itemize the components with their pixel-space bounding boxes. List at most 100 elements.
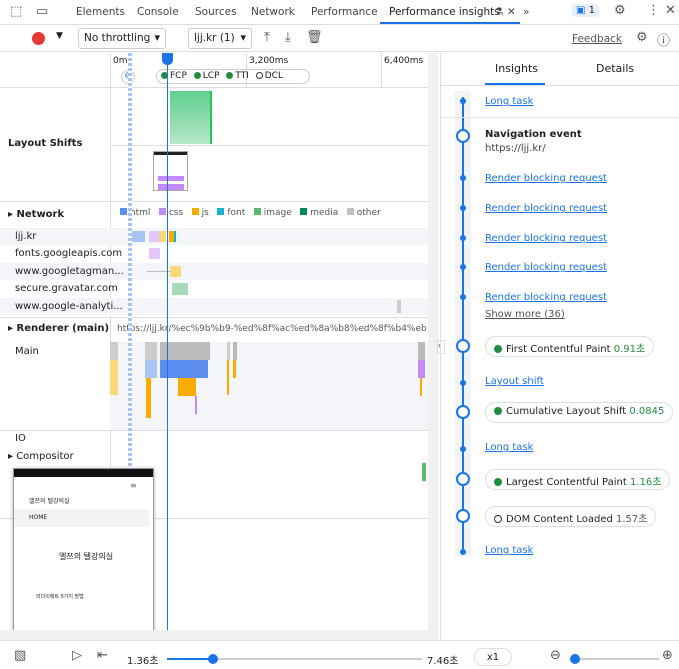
network-row-label: www.googletagman... xyxy=(15,266,124,277)
tab-elements[interactable]: Elements xyxy=(76,6,125,18)
navigation-url: https://ljj.kr/ xyxy=(485,143,546,154)
cls-pill[interactable]: Cumulative Layout Shift 0.0845 xyxy=(485,402,674,423)
current-time: 1.36초 xyxy=(127,656,159,667)
render-blocking-link[interactable]: Render blocking request xyxy=(485,203,607,214)
renderer-label: Renderer (main) xyxy=(16,323,110,334)
close-devtools-icon[interactable]: ✕ xyxy=(665,3,676,18)
network-track-toggle[interactable]: ▸ Network xyxy=(8,209,64,220)
compositor-toggle[interactable]: ▸ Compositor xyxy=(8,451,74,462)
network-row[interactable]: www.googletagman... xyxy=(0,263,428,280)
marker-lcp[interactable]: LCP xyxy=(203,71,220,81)
recording-select[interactable]: ljj.kr (1) xyxy=(188,28,252,49)
dcl-value: 1.57초 xyxy=(616,514,648,525)
inspect-element-icon[interactable]: ⬚ xyxy=(10,4,22,19)
tab-performance-insights[interactable]: Performance insights xyxy=(389,6,500,18)
renderer-url[interactable]: https://ljj.kr/%ec%9b%b9-%ed%8f%ac%ed%8a… xyxy=(117,324,427,334)
layout-shift-link[interactable]: Layout shift xyxy=(485,376,544,387)
issue-icon: ▣ xyxy=(576,5,586,16)
screenshots-toggle-icon[interactable]: ▧ xyxy=(14,648,26,663)
navigation-marker-line xyxy=(128,53,132,473)
layout-shift-cluster[interactable] xyxy=(170,91,212,144)
show-more-link[interactable]: Show more (36) xyxy=(485,309,565,320)
long-task-link[interactable]: Long task xyxy=(485,442,533,453)
download-icon[interactable]: ⤓ xyxy=(285,30,291,45)
render-blocking-link[interactable]: Render blocking request xyxy=(485,173,607,184)
settings-icon[interactable]: ⚙ xyxy=(636,30,648,45)
delete-icon[interactable]: 🗑 xyxy=(306,30,323,45)
fcp-pill[interactable]: First Contentful Paint 0.91초 xyxy=(485,336,655,357)
long-task-link[interactable]: Long task xyxy=(485,96,533,107)
marker-fcp[interactable]: FCP xyxy=(170,71,187,81)
network-row[interactable]: secure.gravatar.com xyxy=(0,280,428,297)
jump-to-start-icon[interactable]: ⇤ xyxy=(97,648,108,663)
renderer-track-toggle[interactable]: ▸ Renderer (main) xyxy=(8,323,109,334)
marker-dcl[interactable]: DCL xyxy=(265,71,283,81)
fcp-label: First Contentful Paint xyxy=(506,344,611,355)
legend-media: media xyxy=(310,208,339,218)
help-icon[interactable]: ⓘ xyxy=(657,30,670,49)
tab-insights[interactable]: Insights xyxy=(495,62,538,75)
long-task-link[interactable]: Long task xyxy=(485,545,533,556)
zoom-slider-thumb[interactable] xyxy=(570,654,581,664)
network-row-label: secure.gravatar.com xyxy=(15,283,118,294)
tab-performance[interactable]: Performance xyxy=(311,6,378,18)
render-blocking-link[interactable]: Render blocking request xyxy=(485,233,607,244)
network-row[interactable]: ljj.kr xyxy=(0,228,428,245)
dcl-pill[interactable]: DOM Content Loaded 1.57초 xyxy=(485,506,657,527)
play-icon[interactable]: ▷ xyxy=(72,648,82,663)
tab-details[interactable]: Details xyxy=(596,62,634,75)
render-blocking-link[interactable]: Render blocking request xyxy=(485,292,607,303)
zoom-slider[interactable] xyxy=(570,654,659,664)
device-toolbar-icon[interactable]: ▭ xyxy=(36,4,48,19)
playhead-line[interactable] xyxy=(167,53,168,630)
issues-badge[interactable]: ▣ 1 xyxy=(572,4,600,17)
close-tab-icon[interactable]: ✕ xyxy=(507,6,516,18)
legend-font: font xyxy=(227,208,246,218)
more-menu-icon[interactable]: ⋮ xyxy=(647,3,660,18)
total-time: 7.46초 xyxy=(427,656,459,667)
legend-css: css xyxy=(168,208,184,218)
network-row-label: www.google-analyti... xyxy=(15,301,123,312)
network-label: Network xyxy=(16,209,65,220)
speed-button[interactable]: x1 xyxy=(474,648,512,666)
active-tab-indicator xyxy=(380,22,520,24)
layout-shift-screenshot[interactable] xyxy=(153,151,188,191)
tab-network[interactable]: Network xyxy=(251,6,295,18)
network-row-label: fonts.googleapis.com xyxy=(15,248,123,259)
settings-icon[interactable]: ⚙ xyxy=(614,3,626,18)
screenshot-preview: ≡ 엘쯔의 텔강의실 HOME 엘쯔의 텔강의실 리다이렉트 5가지 방법 xyxy=(13,468,154,630)
layout-shifts-label: Layout Shifts xyxy=(8,138,83,149)
throttling-select[interactable]: No throttling xyxy=(78,28,166,49)
upload-icon[interactable]: ⤒ xyxy=(264,30,270,45)
render-blocking-link[interactable]: Render blocking request xyxy=(485,262,607,273)
zoom-out-icon[interactable]: ⊖ xyxy=(550,648,561,663)
tab-console[interactable]: Console xyxy=(137,6,179,18)
playhead-handle[interactable] xyxy=(162,53,173,65)
record-dropdown-icon[interactable]: ▼ xyxy=(56,31,63,41)
playback-slider[interactable] xyxy=(167,654,422,664)
playback-slider-thumb[interactable] xyxy=(207,654,218,664)
preview-heading: 엘쯔의 텔강의실 xyxy=(59,552,114,561)
tick-label: 3,200ms xyxy=(249,56,289,66)
cls-value: 0.0845 xyxy=(629,406,665,417)
hamburger-menu-icon: ≡ xyxy=(130,481,137,490)
metric-markers: FCP LCP TTI DCL xyxy=(156,69,310,84)
lcp-label: Largest Contentful Paint xyxy=(506,477,627,488)
lcp-pill[interactable]: Largest Contentful Paint 1.16초 xyxy=(485,469,671,490)
record-button[interactable] xyxy=(32,32,45,45)
network-legend: html css js font image media other xyxy=(120,208,381,218)
cls-label: Cumulative Layout Shift xyxy=(506,406,627,417)
zoom-in-icon[interactable]: ⊕ xyxy=(662,648,673,663)
main-thread-flamechart[interactable] xyxy=(110,342,428,430)
horizontal-scrollbar[interactable] xyxy=(0,630,438,640)
tick-label: 6,400ms xyxy=(384,56,424,66)
more-tabs-button[interactable]: » xyxy=(523,6,529,18)
tab-sources[interactable]: Sources xyxy=(195,6,237,18)
marker-tti[interactable]: TTI xyxy=(235,71,249,81)
network-row[interactable]: fonts.googleapis.com xyxy=(0,245,428,262)
feedback-link[interactable]: Feedback xyxy=(572,33,622,45)
preview-site-title: 엘쯔의 텔강의실 xyxy=(29,498,70,505)
playback-bar: ▧ ▷ ⇤ 1.36초 7.46초 x1 ⊖ ⊕ xyxy=(0,640,679,669)
network-row[interactable]: www.google-analyti... xyxy=(0,298,428,315)
timeline-panel: 0ms 3,200ms 6,400ms ⊖ FCP LCP TTI DCL La… xyxy=(0,53,428,630)
